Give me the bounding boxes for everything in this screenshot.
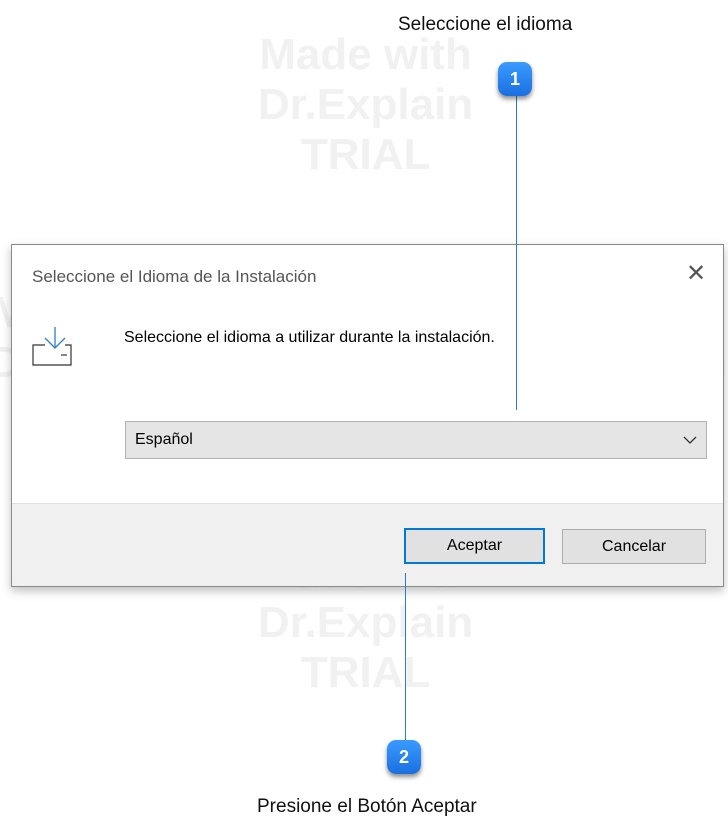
callout-1-line: [516, 96, 517, 410]
cancel-button[interactable]: Cancelar: [562, 529, 706, 564]
install-download-icon: [32, 327, 72, 366]
language-select-value: Español: [135, 431, 193, 448]
callout-2-badge: 2: [387, 740, 421, 774]
trial-watermark: Made with Dr.Explain TRIAL: [258, 30, 474, 179]
instruction-message: Seleccione el idioma a utilizar durante …: [124, 329, 495, 346]
callout-2-text: Presione el Botón Aceptar: [257, 796, 477, 817]
callout-2-line: [405, 573, 406, 740]
language-dialog: Seleccione el Idioma de la Instalación ✕…: [11, 244, 724, 587]
close-icon[interactable]: ✕: [683, 261, 709, 287]
dialog-title: Seleccione el Idioma de la Instalación: [32, 267, 317, 286]
language-select[interactable]: Español: [125, 421, 707, 459]
ok-button[interactable]: Aceptar: [404, 528, 545, 564]
callout-1-text: Seleccione el idioma: [398, 14, 573, 35]
callout-1-badge: 1: [498, 62, 532, 96]
chevron-down-icon: [683, 436, 697, 444]
